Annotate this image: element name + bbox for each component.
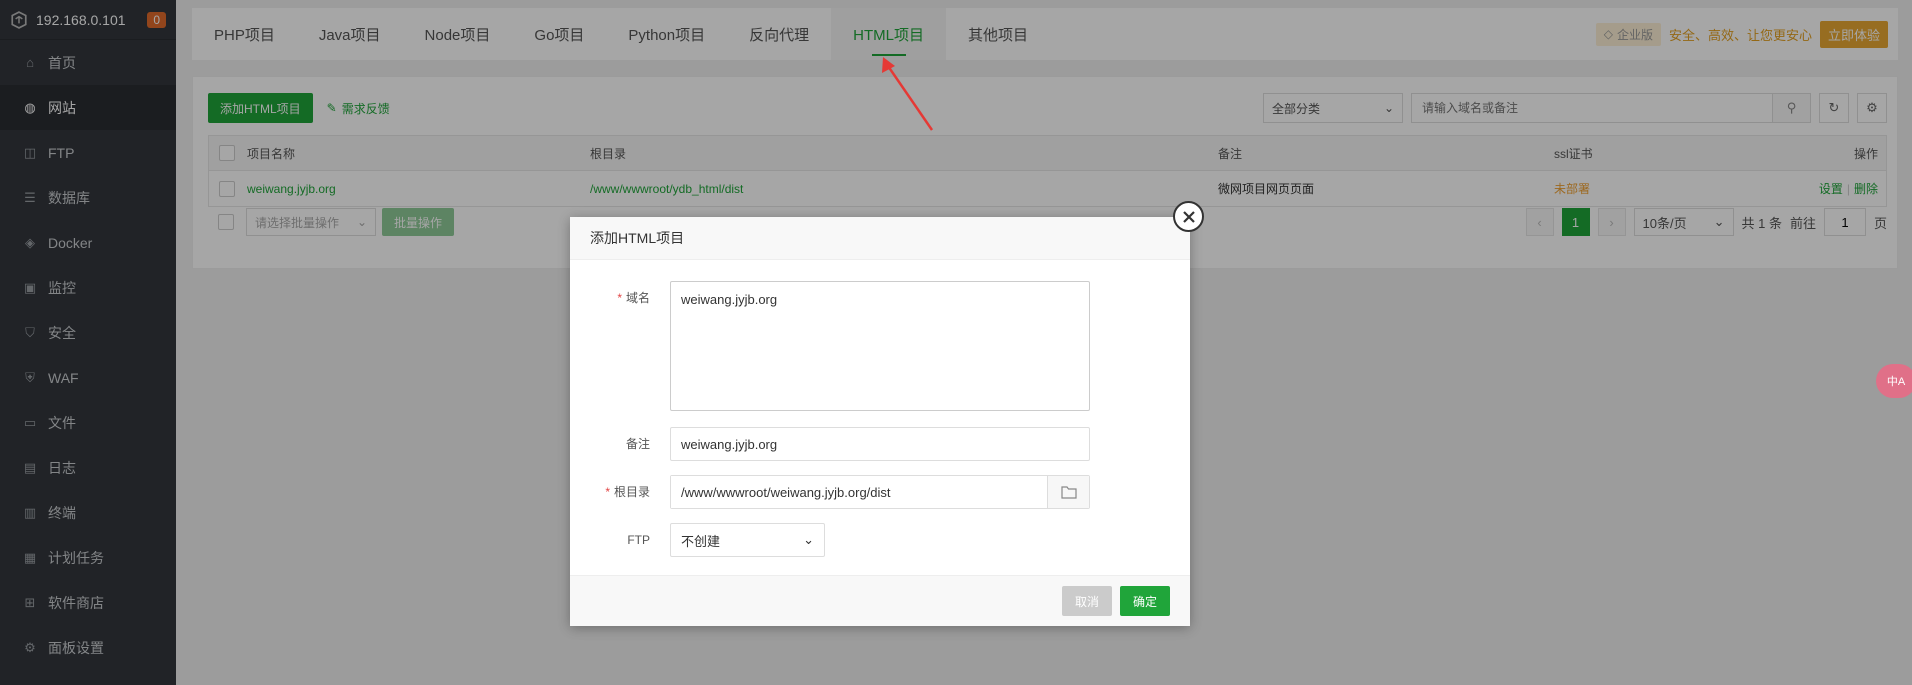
remark-row: 备注 xyxy=(570,427,1090,461)
ftp-select[interactable]: 不创建 ⌄ xyxy=(670,523,825,557)
folder-icon[interactable] xyxy=(1047,476,1089,508)
remark-input[interactable] xyxy=(670,427,1090,461)
root-label: * 根目录 xyxy=(570,475,670,509)
cancel-button[interactable]: 取消 xyxy=(1061,586,1112,616)
domain-label: * 域名 xyxy=(570,281,670,315)
ftp-label: FTP xyxy=(627,533,650,547)
confirm-button[interactable]: 确定 xyxy=(1119,586,1170,616)
remark-label: 备注 xyxy=(625,437,650,451)
translate-button[interactable]: 中A xyxy=(1876,364,1912,398)
domain-row: * 域名 weiwang.jyjb.org xyxy=(570,281,1090,411)
root-row: * 根目录 xyxy=(570,475,1090,509)
ftp-row: FTP 不创建 ⌄ xyxy=(570,523,825,557)
domain-textarea[interactable]: weiwang.jyjb.org xyxy=(670,281,1090,411)
close-icon[interactable] xyxy=(1173,201,1204,232)
required-mark: * xyxy=(617,291,622,305)
ftp-value: 不创建 xyxy=(681,533,721,549)
dialog-footer: 取消 确定 xyxy=(570,575,1190,626)
chevron-down-icon: ⌄ xyxy=(803,532,814,547)
add-html-project-dialog: 添加HTML项目 *域名 weiwang.jyjb.org 备注 *根目录 FT… xyxy=(570,201,1204,626)
root-path-input[interactable] xyxy=(671,476,1047,508)
dialog-title: 添加HTML项目 xyxy=(570,217,1190,260)
root-label-text: 根目录 xyxy=(613,485,650,499)
domain-label-text: 域名 xyxy=(625,291,650,305)
required-mark: * xyxy=(605,485,610,499)
root-path-box xyxy=(670,475,1090,509)
